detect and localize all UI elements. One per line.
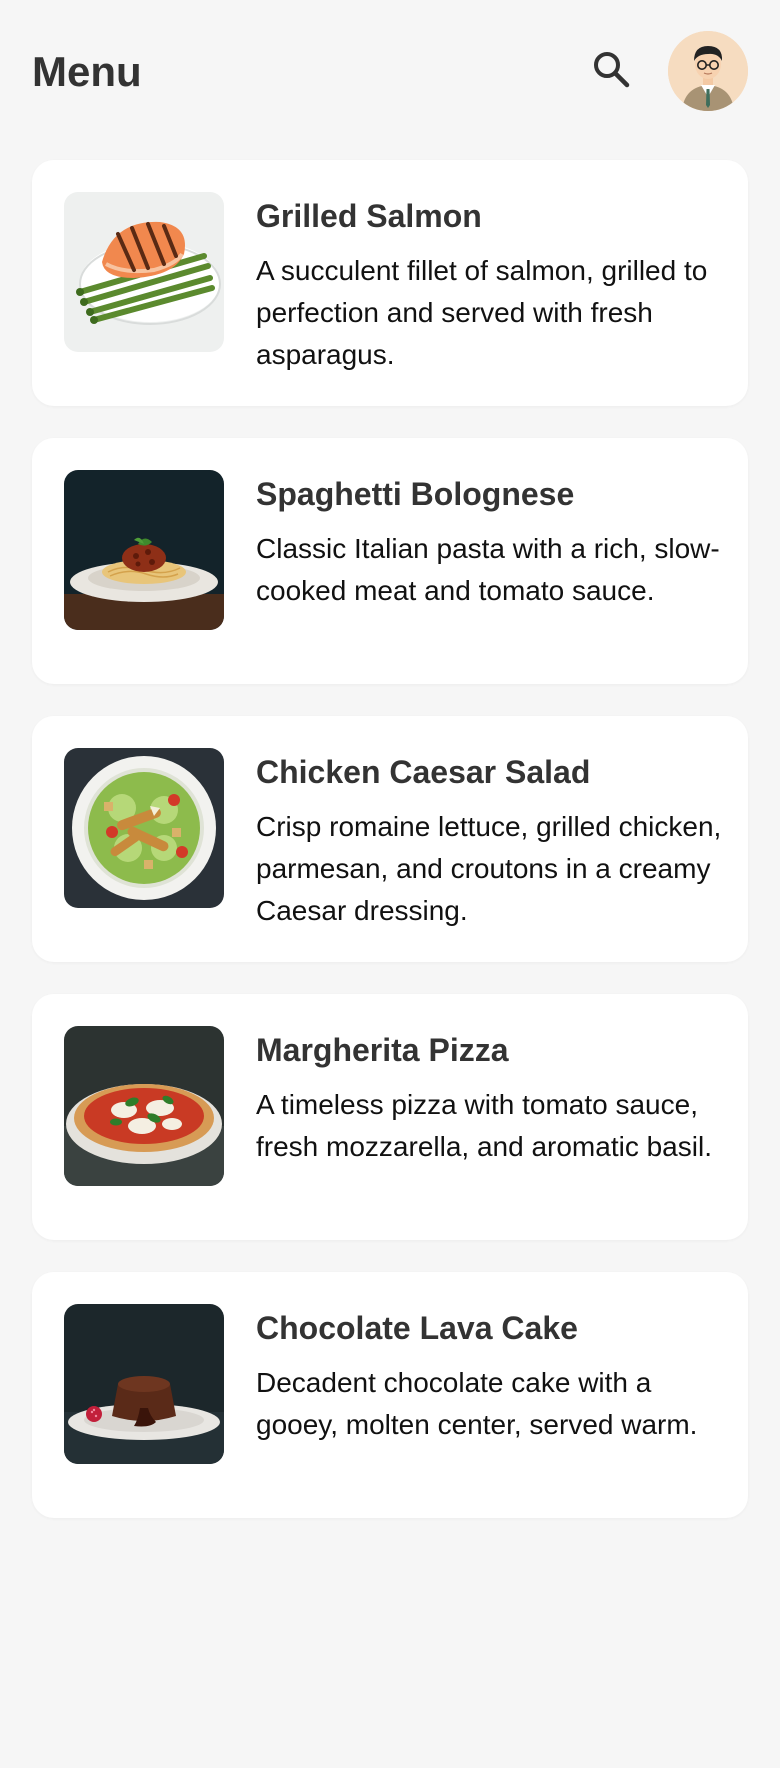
- search-button[interactable]: [586, 44, 636, 94]
- dish-name: Chicken Caesar Salad: [256, 754, 591, 790]
- chicken-caesar-salad-image: [64, 748, 224, 908]
- dish-name: Spaghetti Bolognese: [256, 476, 575, 512]
- app-header: Menu: [0, 0, 780, 144]
- grilled-salmon-image: [64, 192, 224, 352]
- dish-description: Decadent chocolate cake with a gooey, mo…: [256, 1367, 698, 1440]
- dish-name: Chocolate Lava Cake: [256, 1310, 578, 1346]
- dish-description: A succulent fillet of salmon, grilled to…: [256, 255, 708, 370]
- chocolate-lava-cake-image: [64, 1304, 224, 1464]
- dish-description: Classic Italian pasta with a rich, slow-…: [256, 533, 720, 606]
- search-icon: [594, 52, 630, 88]
- margherita-pizza-image: [64, 1026, 224, 1186]
- menu-item-margherita-pizza[interactable]: Margherita Pizza A timeless pizza with t…: [32, 994, 748, 1240]
- menu-item-spaghetti-bolognese[interactable]: Spaghetti Bolognese Classic Italian past…: [32, 438, 748, 684]
- dish-name: Grilled Salmon: [256, 198, 482, 234]
- dish-description: Crisp romaine lettuce, grilled chicken, …: [256, 811, 722, 926]
- menu-item-chicken-caesar-salad[interactable]: Chicken Caesar Salad Crisp romaine lettu…: [32, 716, 748, 962]
- dish-description: A timeless pizza with tomato sauce, fres…: [256, 1089, 712, 1162]
- user-avatar[interactable]: [668, 31, 748, 111]
- avatar-icon: [668, 31, 748, 111]
- spaghetti-bolognese-image: [64, 470, 224, 630]
- page-title: Menu: [32, 48, 142, 95]
- menu-item-chocolate-lava-cake[interactable]: Chocolate Lava Cake Decadent chocolate c…: [32, 1272, 748, 1518]
- menu-list: Grilled Salmon A succulent fillet of sal…: [32, 160, 748, 1550]
- menu-item-grilled-salmon[interactable]: Grilled Salmon A succulent fillet of sal…: [32, 160, 748, 406]
- dish-name: Margherita Pizza: [256, 1032, 509, 1068]
